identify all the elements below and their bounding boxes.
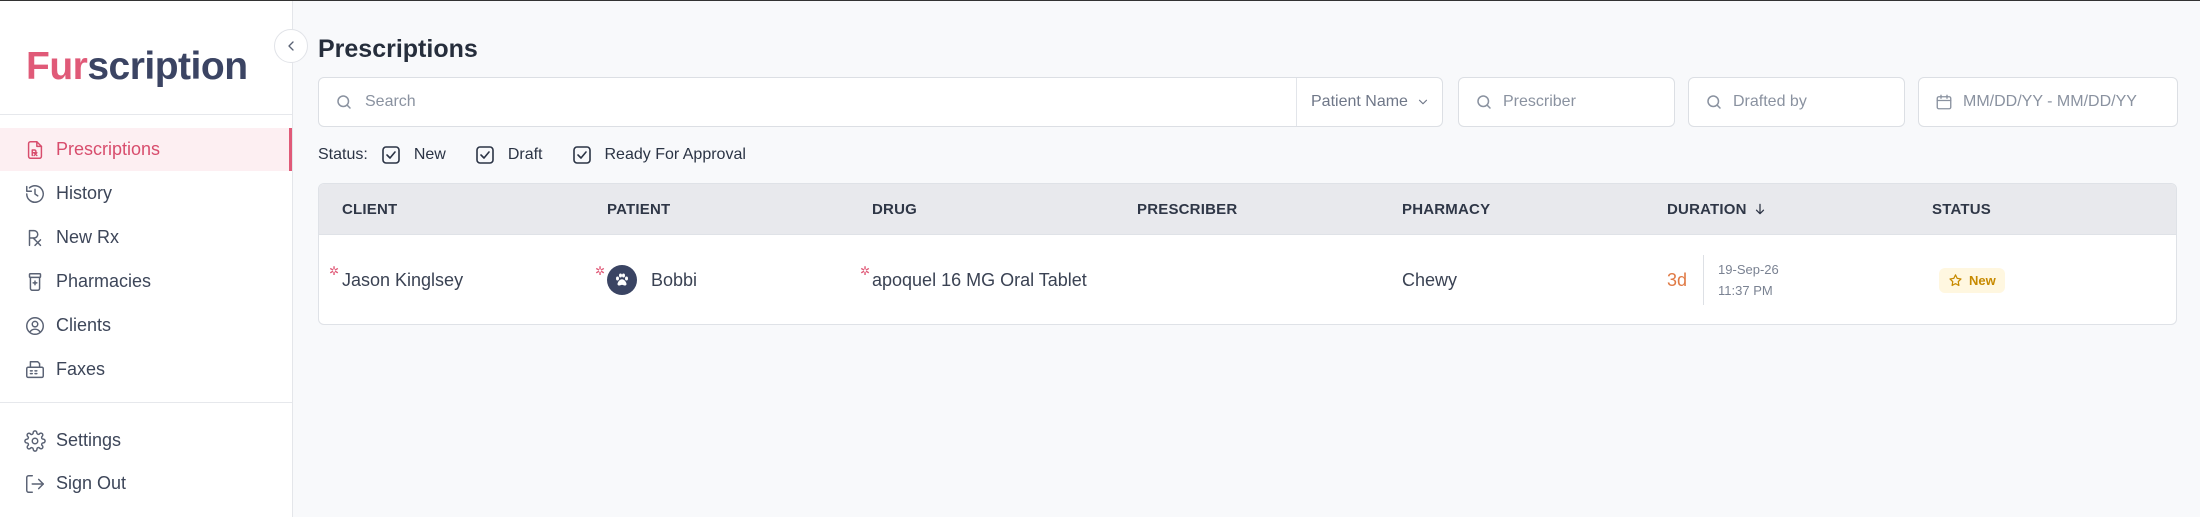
drafted-by-placeholder: Drafted by: [1733, 93, 1807, 110]
duration-time: 11:37 PM: [1718, 283, 1773, 298]
status-checkbox-draft[interactable]: Draft: [476, 146, 543, 164]
prescription-doc-icon: [27, 140, 43, 159]
table-header: CLIENT PATIENT DRUG PRESCRIBER PHARMACY …: [319, 184, 2176, 235]
duration-date: 19-Sep-26: [1718, 262, 1779, 277]
sidebar-divider: [0, 114, 292, 115]
column-header-patient[interactable]: PATIENT: [607, 184, 670, 234]
sort-descending-icon: [1755, 203, 1764, 215]
search-icon: [337, 95, 351, 109]
column-header-drug[interactable]: DRUG: [872, 184, 917, 234]
status-filter-label: Status:: [318, 146, 368, 163]
prescriber-filter-input[interactable]: Prescriber: [1458, 77, 1675, 127]
sidebar-item-sign-out[interactable]: Sign Out: [0, 462, 292, 505]
search-icon: [1707, 95, 1721, 109]
status-filter: Status: New Draft Ready For Approval: [318, 144, 746, 166]
duration-datetime: 19-Sep-26 11:37 PM: [1718, 259, 1779, 301]
status-checkbox-ready-for-approval[interactable]: Ready For Approval: [572, 146, 746, 164]
column-header-prescriber[interactable]: PRESCRIBER: [1137, 184, 1237, 234]
star-icon: [1949, 273, 1962, 286]
pharmacy-icon: [28, 272, 42, 291]
sign-out-icon: [26, 474, 44, 493]
sidebar-item-clients[interactable]: Clients: [0, 304, 292, 347]
required-mark-icon: ✲: [329, 264, 340, 278]
checkbox-checked-icon: [572, 146, 591, 164]
calendar-icon: [1936, 94, 1952, 110]
sidebar-divider: [0, 402, 292, 403]
sidebar-item-new-rx[interactable]: New Rx: [0, 216, 292, 259]
chevron-left-icon: [288, 41, 294, 51]
cell-drug[interactable]: apoquel 16 MG Oral Tablet: [872, 235, 1087, 324]
column-header-duration[interactable]: DURATION: [1667, 184, 1767, 234]
sidebar-item-label: New Rx: [56, 227, 120, 247]
date-range-input[interactable]: MM/DD/YY - MM/DD/YY: [1918, 77, 2178, 127]
column-header-pharmacy[interactable]: PHARMACY: [1402, 184, 1490, 234]
duration-value: 3d: [1667, 269, 1688, 290]
required-mark-icon: ✲: [860, 264, 871, 278]
sidebar-item-label: Settings: [56, 430, 122, 450]
search-by-dropdown[interactable]: Patient Name: [1297, 93, 1442, 111]
sidebar-item-label: Pharmacies: [56, 271, 152, 291]
cell-status: New: [1939, 235, 2005, 324]
table-row[interactable]: ✲ Jason Kinglsey ✲ Bobbi ✲ apoquel 16 MG…: [319, 235, 2176, 324]
date-range-placeholder: MM/DD/YY - MM/DD/YY: [1963, 93, 2137, 110]
status-badge: New: [1939, 267, 2005, 293]
cell-pharmacy[interactable]: Chewy: [1402, 235, 1457, 324]
checkbox-label: Draft: [507, 146, 543, 163]
sidebar-item-label: History: [56, 183, 113, 203]
cell-client[interactable]: Jason Kinglsey: [342, 235, 463, 324]
checkbox-label: Ready For Approval: [604, 146, 746, 163]
status-badge-label: New: [1969, 272, 1996, 288]
status-checkbox-new[interactable]: New: [382, 146, 446, 164]
rx-icon: [28, 229, 42, 246]
checkbox-checked-icon: [476, 146, 494, 164]
column-header-client[interactable]: CLIENT: [342, 184, 397, 234]
cell-patient[interactable]: Bobbi: [607, 235, 698, 324]
fax-icon: [26, 360, 44, 378]
prescriber-placeholder: Prescriber: [1503, 93, 1576, 110]
cell-duration: 3d 19-Sep-26 11:37 PM: [1667, 235, 1779, 324]
checkbox-checked-icon: [382, 146, 400, 164]
paw-avatar-icon: [607, 265, 637, 295]
drafted-by-filter-input[interactable]: Drafted by: [1688, 77, 1905, 127]
search-input[interactable]: Search: [365, 93, 1296, 111]
sidebar-item-prescriptions[interactable]: Prescriptions: [0, 128, 292, 171]
sidebar-item-label: Sign Out: [56, 473, 127, 493]
page-title: Prescriptions: [318, 35, 478, 63]
history-icon: [26, 184, 44, 203]
chevron-down-icon: [1418, 99, 1428, 105]
sidebar-item-label: Clients: [56, 315, 112, 335]
sidebar-item-faxes[interactable]: Faxes: [0, 348, 292, 391]
sidebar-collapse-button[interactable]: [274, 29, 308, 63]
prescriptions-table: CLIENT PATIENT DRUG PRESCRIBER PHARMACY …: [318, 183, 2177, 325]
sidebar-item-history[interactable]: History: [0, 172, 292, 215]
logo-part-scription: scription: [87, 45, 248, 88]
user-circle-icon: [26, 316, 44, 335]
column-header-status[interactable]: STATUS: [1932, 184, 1991, 234]
duration-divider: [1703, 255, 1705, 305]
column-header-label: DURATION: [1667, 200, 1747, 218]
app-logo[interactable]: Furscription: [26, 45, 248, 89]
checkbox-label: New: [413, 146, 446, 163]
required-mark-icon: ✲: [595, 264, 606, 278]
gear-icon: [24, 429, 46, 452]
sidebar-item-label: Prescriptions: [56, 139, 161, 159]
search-by-value: Patient Name: [1311, 93, 1408, 110]
sidebar: Furscription Prescriptions History New R…: [0, 1, 293, 517]
patient-name: Bobbi: [651, 269, 698, 290]
search-bar: Search Patient Name: [318, 77, 1443, 127]
search-icon: [1477, 95, 1491, 109]
logo-part-fur: Fur: [26, 45, 88, 88]
sidebar-item-label: Faxes: [56, 359, 106, 379]
sidebar-item-pharmacies[interactable]: Pharmacies: [0, 260, 292, 303]
sidebar-item-settings[interactable]: Settings: [0, 419, 292, 462]
